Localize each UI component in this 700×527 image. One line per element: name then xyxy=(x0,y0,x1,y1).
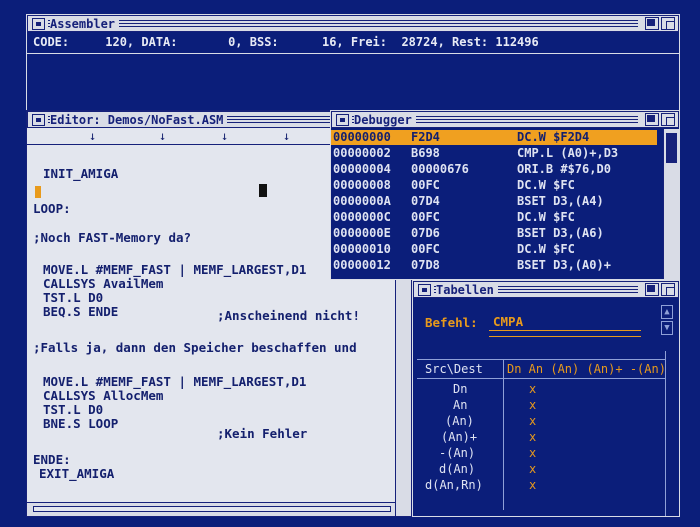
editor-title: Editor: Demos/NoFast.ASM xyxy=(50,113,228,127)
table-header-src: Src\Dest xyxy=(425,362,483,376)
assembler-window: Assembler CODE: 120, DATA: 0, BSS: 16, F… xyxy=(26,14,680,114)
debug-address: 00000010 xyxy=(333,242,391,256)
debug-address: 0000000A xyxy=(333,194,391,208)
debug-address: 00000000 xyxy=(333,130,391,144)
debug-code: 00000676 xyxy=(411,162,469,176)
code-line: TST.L D0 xyxy=(43,402,104,417)
table-mark: x xyxy=(529,398,537,412)
debug-instr: ORI.B #$76,D0 xyxy=(517,162,611,176)
debug-address: 0000000E xyxy=(333,226,391,240)
befehl-input[interactable]: CMPA xyxy=(489,311,641,331)
debug-instr: BSET D3,(A0)+ xyxy=(517,258,611,272)
code-line: BNE.S LOOP xyxy=(43,416,119,431)
tabellen-title: Tabellen xyxy=(436,283,498,297)
assembler-titlebar[interactable]: Assembler xyxy=(27,15,679,32)
tab-stop-icon: ↓ xyxy=(159,129,167,143)
befehl-value: CMPA xyxy=(493,314,524,329)
debug-instr: DC.W $F2D4 xyxy=(517,130,590,144)
table-row-label: d(An,Rn) xyxy=(425,478,483,492)
debugger-window: Debugger 00000000 F2D4 DC.W $F2D4 000000… xyxy=(330,110,680,280)
debug-code: F2D4 xyxy=(411,130,440,144)
code-line: CALLSYS AvailMem xyxy=(43,276,164,291)
table-mark: x xyxy=(529,430,537,444)
debugger-titlebar[interactable]: Debugger xyxy=(331,111,679,128)
table-mark: x xyxy=(529,478,537,492)
debug-code: 00FC xyxy=(411,178,440,192)
close-icon[interactable] xyxy=(32,114,45,126)
debug-code: B698 xyxy=(411,146,440,160)
line-marker xyxy=(35,186,41,198)
depth-back-icon[interactable] xyxy=(645,113,659,126)
table-mark: x xyxy=(529,446,537,460)
tab-stop-icon: ↓ xyxy=(221,129,229,143)
disassembly-list[interactable]: 00000000 F2D4 DC.W $F2D4 00000002 B698 C… xyxy=(331,130,663,280)
close-icon[interactable] xyxy=(336,114,349,126)
table-row-label: -(An) xyxy=(439,446,476,460)
befehl-underline xyxy=(489,336,641,337)
tabellen-titlebar[interactable]: Tabellen xyxy=(413,281,679,298)
code-line: CALLSYS AllocMem xyxy=(43,388,164,403)
code-line: BEQ.S ENDE xyxy=(43,304,119,319)
debug-instr: BSET D3,(A4) xyxy=(517,194,604,208)
table-header-dest: Dn An (An) (An)+ -(An) xyxy=(507,362,666,376)
table-mark: x xyxy=(529,462,537,476)
text-cursor xyxy=(259,184,267,197)
depth-back-icon[interactable] xyxy=(645,17,659,30)
close-icon[interactable] xyxy=(418,284,431,296)
debug-instr: BSET D3,(A6) xyxy=(517,226,604,240)
code-line: EXIT_AMIGA xyxy=(39,466,115,481)
code-line: MOVE.L #MEMF_FAST | MEMF_LARGEST,D1 xyxy=(43,262,307,277)
table-row-label: d(An) xyxy=(439,462,476,476)
debug-address: 0000000C xyxy=(333,210,391,224)
table-row-label: An xyxy=(453,398,468,412)
tabellen-vertical-scrollbar[interactable] xyxy=(665,351,679,516)
code-comment: ;Anscheinend nicht! xyxy=(217,308,360,323)
debug-address: 00000002 xyxy=(333,146,391,160)
tab-stop-icon: ↓ xyxy=(283,129,291,143)
code-line: MOVE.L #MEMF_FAST | MEMF_LARGEST,D1 xyxy=(43,374,307,389)
depth-front-icon[interactable] xyxy=(661,17,675,30)
table-mark: x xyxy=(529,382,537,396)
code-comment: ;Kein Fehler xyxy=(217,426,308,441)
debug-instr: DC.W $FC xyxy=(517,242,575,256)
debug-code: 07D8 xyxy=(411,258,440,272)
code-line: ;Noch FAST-Memory da? xyxy=(33,230,192,245)
depth-back-icon[interactable] xyxy=(645,283,659,296)
debug-code: 07D6 xyxy=(411,226,440,240)
code-line: LOOP: xyxy=(33,201,71,216)
scroll-knob[interactable] xyxy=(33,506,391,512)
debug-address: 00000012 xyxy=(333,258,391,272)
depth-front-icon[interactable] xyxy=(661,283,675,296)
assembler-title: Assembler xyxy=(50,17,120,31)
code-line: ENDE: xyxy=(33,452,71,467)
debug-address: 00000008 xyxy=(333,178,391,192)
stepper-up-icon[interactable]: ▲ xyxy=(661,305,673,319)
debug-instr: DC.W $FC xyxy=(517,210,575,224)
close-icon[interactable] xyxy=(32,18,45,30)
table-row-label: (An)+ xyxy=(441,430,478,444)
addressing-table: Src\Dest Dn An (An) (An)+ -(An) Dn x An … xyxy=(417,359,666,510)
befehl-label: Befehl: xyxy=(425,315,478,330)
scroll-knob[interactable] xyxy=(666,133,677,163)
debugger-title: Debugger xyxy=(354,113,416,127)
editor-horizontal-scrollbar[interactable] xyxy=(27,502,395,516)
code-line: TST.L D0 xyxy=(43,290,104,305)
debug-instr: CMP.L (A0)+,D3 xyxy=(517,146,619,160)
code-line: INIT_AMIGA xyxy=(43,166,119,181)
table-row-label: (An) xyxy=(445,414,474,428)
debug-code: 00FC xyxy=(411,242,440,256)
tab-stop-icon: ↓ xyxy=(89,129,97,143)
stepper-down-icon[interactable]: ▼ xyxy=(661,321,673,335)
debugger-vertical-scrollbar[interactable] xyxy=(663,129,679,279)
debug-instr: DC.W $FC xyxy=(517,178,575,192)
table-mark: x xyxy=(529,414,537,428)
debug-code: 00FC xyxy=(411,210,440,224)
table-row-label: Dn xyxy=(453,382,468,396)
depth-front-icon[interactable] xyxy=(661,113,675,126)
tabellen-window: Tabellen Befehl: CMPA ▲ ▼ Src\Dest Dn An… xyxy=(412,280,680,517)
debug-code: 07D4 xyxy=(411,194,440,208)
assembler-status-line: CODE: 120, DATA: 0, BSS: 16, Frei: 28724… xyxy=(33,35,673,53)
debug-address: 00000004 xyxy=(333,162,391,176)
code-line: ;Falls ja, dann den Speicher beschaffen … xyxy=(33,340,357,355)
